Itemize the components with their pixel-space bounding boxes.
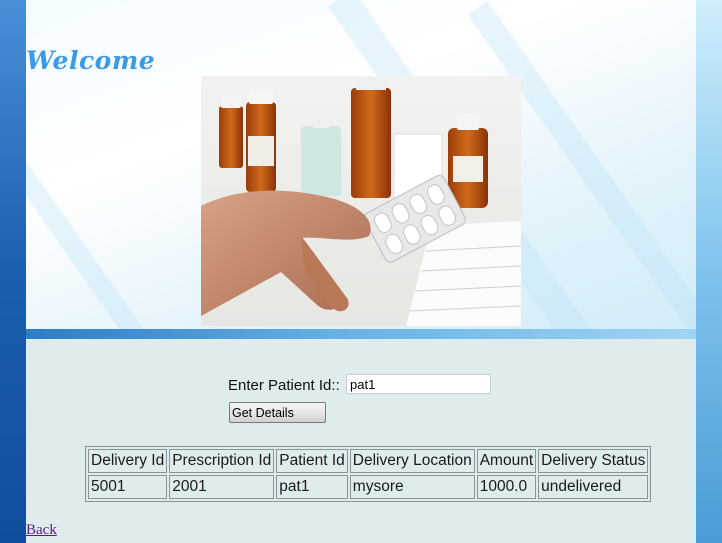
delivery-status-cell: undelivered xyxy=(538,475,649,499)
patient-id-cell: pat1 xyxy=(276,475,348,499)
header-divider xyxy=(26,329,696,339)
page-title: Welcome xyxy=(26,46,156,75)
patient-id-label: Enter Patient Id:: xyxy=(228,377,340,394)
prescription-id-cell: 2001 xyxy=(169,475,275,499)
column-header: Delivery Id xyxy=(88,449,168,473)
table-row: 5001 2001 pat1 mysore 1000.0 undelivered xyxy=(88,475,649,499)
delivery-table: Delivery Id Prescription Id Patient Id D… xyxy=(85,446,652,502)
pharmacy-photo xyxy=(201,76,521,326)
delivery-location-cell: mysore xyxy=(349,475,475,499)
column-header: Delivery Status xyxy=(538,449,649,473)
column-header: Amount xyxy=(476,449,537,473)
column-header: Patient Id xyxy=(276,449,348,473)
page-left-strip xyxy=(0,0,26,543)
column-header: Delivery Location xyxy=(349,449,475,473)
delivery-id-cell: 5001 xyxy=(88,475,168,499)
amount-cell: 1000.0 xyxy=(476,475,537,499)
search-panel: Enter Patient Id:: Get Details Delivery … xyxy=(26,339,696,543)
column-header: Prescription Id xyxy=(169,449,275,473)
page-right-strip xyxy=(696,0,722,543)
patient-id-input[interactable] xyxy=(346,374,491,394)
header-banner: Welcome xyxy=(26,0,696,329)
table-header-row: Delivery Id Prescription Id Patient Id D… xyxy=(88,449,649,473)
get-details-button[interactable]: Get Details xyxy=(229,402,326,423)
back-link[interactable]: Back xyxy=(26,522,57,539)
